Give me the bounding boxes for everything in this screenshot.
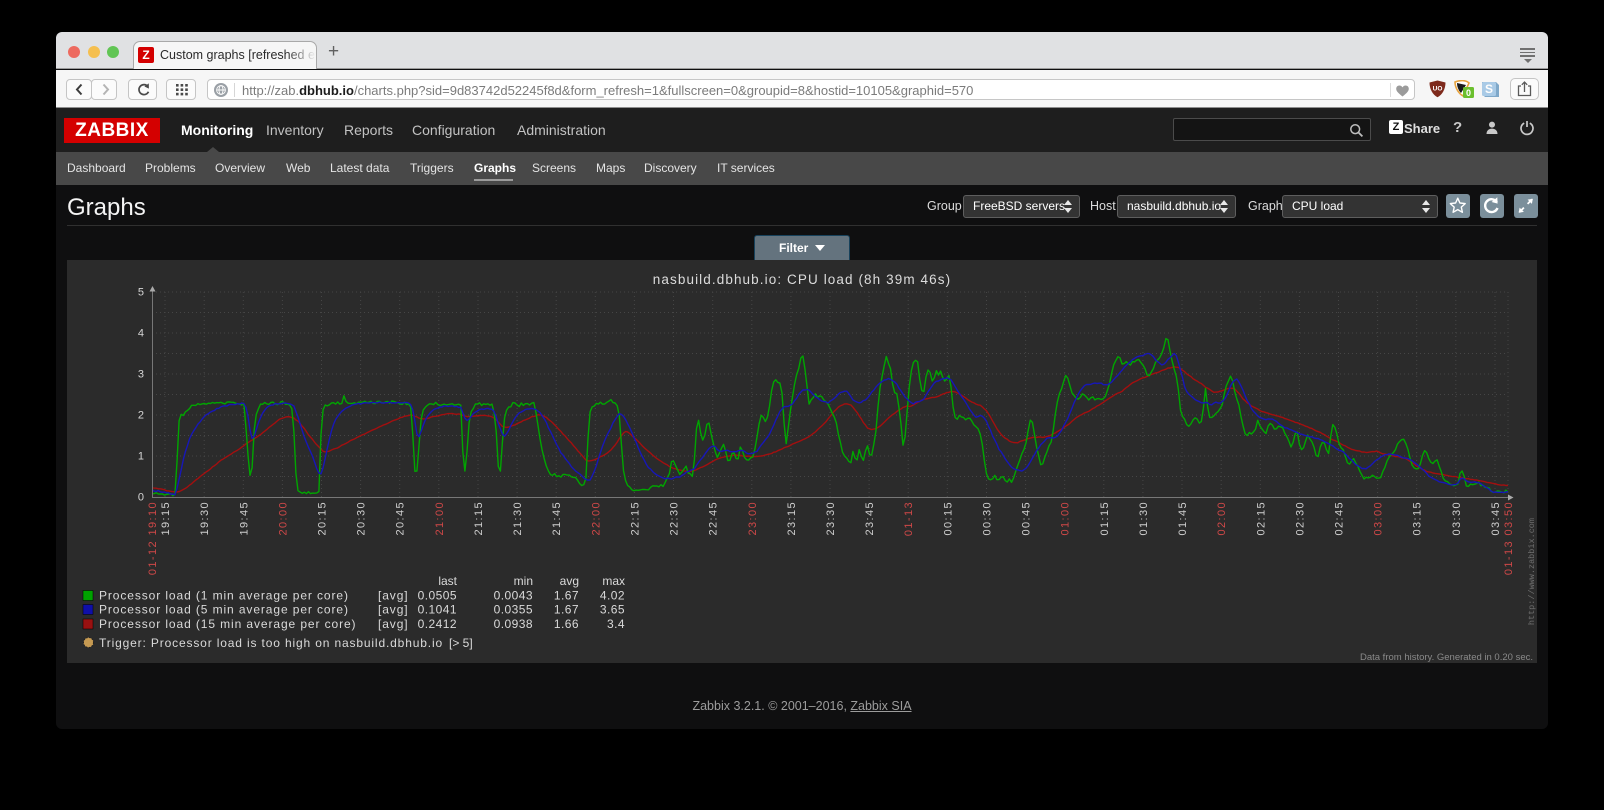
svg-text:3.4: 3.4 — [607, 617, 625, 631]
svg-text:3.65: 3.65 — [600, 603, 625, 617]
svg-text:02:15: 02:15 — [1255, 501, 1267, 536]
svg-text:23:15: 23:15 — [786, 501, 798, 536]
svg-text:21:00: 21:00 — [434, 501, 446, 536]
svg-text:Data from history. Generated i: Data from history. Generated in 0.20 sec… — [1360, 652, 1533, 663]
svg-text:20:45: 20:45 — [395, 501, 407, 536]
svg-text:Trigger: Processor load is too: Trigger: Processor load is too high on n… — [99, 636, 443, 650]
svg-text:Processor load (5 min average: Processor load (5 min average per core) — [99, 603, 349, 617]
svg-text:21:15: 21:15 — [473, 501, 485, 536]
svg-text:00:15: 00:15 — [942, 501, 954, 536]
svg-text:0.0043: 0.0043 — [494, 589, 533, 603]
svg-text:22:30: 22:30 — [669, 501, 681, 536]
svg-text:S: S — [1485, 82, 1493, 96]
svg-text:5: 5 — [138, 287, 144, 299]
svg-text:03:30: 03:30 — [1451, 501, 1463, 536]
svg-text:02:00: 02:00 — [1216, 501, 1228, 536]
svg-text:22:15: 22:15 — [629, 501, 641, 536]
svg-text:23:45: 23:45 — [864, 501, 876, 536]
svg-text:0: 0 — [138, 492, 144, 504]
svg-text:1.67: 1.67 — [554, 603, 579, 617]
svg-text:nasbuild.dbhub.io: CPU load (8: nasbuild.dbhub.io: CPU load (8h 39m 46s) — [653, 272, 951, 287]
svg-text:0.0505: 0.0505 — [418, 589, 457, 603]
svg-text:0.2412: 0.2412 — [418, 617, 457, 631]
svg-text:20:30: 20:30 — [356, 501, 368, 536]
svg-text:01:45: 01:45 — [1177, 501, 1189, 536]
svg-text:22:00: 22:00 — [590, 501, 602, 536]
svg-text:23:00: 23:00 — [747, 501, 759, 536]
svg-text:min: min — [514, 574, 533, 588]
svg-text:last: last — [438, 574, 457, 588]
svg-text:23:30: 23:30 — [825, 501, 837, 536]
svg-text:[avg]: [avg] — [378, 617, 409, 631]
svg-text:01-13 03:50: 01-13 03:50 — [1503, 501, 1515, 575]
svg-text:avg: avg — [560, 574, 579, 588]
svg-text:1.67: 1.67 — [554, 589, 579, 603]
svg-text:22:45: 22:45 — [708, 501, 720, 536]
svg-text:20:15: 20:15 — [317, 501, 329, 536]
svg-text:3: 3 — [138, 369, 144, 381]
svg-text:19:30: 19:30 — [199, 501, 211, 536]
svg-text:21:45: 21:45 — [551, 501, 563, 536]
svg-text:02:30: 02:30 — [1294, 501, 1306, 536]
svg-text:2: 2 — [138, 410, 144, 422]
svg-text:20:00: 20:00 — [277, 501, 289, 536]
svg-text:http://www.zabbix.com: http://www.zabbix.com — [1527, 518, 1537, 625]
svg-text:19:45: 19:45 — [238, 501, 250, 536]
svg-text:1.66: 1.66 — [554, 617, 579, 631]
svg-text:[avg]: [avg] — [378, 603, 409, 617]
svg-text:0.0938: 0.0938 — [494, 617, 533, 631]
svg-text:Processor load (1 min average: Processor load (1 min average per core) — [99, 589, 349, 603]
svg-text:[avg]: [avg] — [378, 589, 409, 603]
svg-text:01:30: 01:30 — [1138, 501, 1150, 536]
svg-text:00:30: 00:30 — [982, 501, 994, 536]
svg-text:0: 0 — [1466, 88, 1471, 98]
svg-text:01:00: 01:00 — [1060, 501, 1072, 536]
svg-text:[> 5]: [> 5] — [449, 636, 473, 650]
svg-text:4.02: 4.02 — [600, 589, 625, 603]
svg-text:4: 4 — [138, 328, 144, 340]
svg-text:00:45: 00:45 — [1021, 501, 1033, 536]
svg-text:03:15: 03:15 — [1412, 501, 1424, 536]
svg-text:03:45: 03:45 — [1490, 501, 1502, 536]
svg-text:01-13: 01-13 — [903, 501, 915, 536]
svg-text:01:15: 01:15 — [1099, 501, 1111, 536]
svg-text:0.1041: 0.1041 — [418, 603, 457, 617]
svg-text:0.0355: 0.0355 — [494, 603, 533, 617]
svg-text:02:45: 02:45 — [1334, 501, 1346, 536]
svg-text:Processor load (15 min average: Processor load (15 min average per core) — [99, 617, 356, 631]
svg-text:21:30: 21:30 — [512, 501, 524, 536]
svg-text:03:00: 03:00 — [1373, 501, 1385, 536]
svg-text:1: 1 — [138, 451, 144, 463]
svg-text:19:15: 19:15 — [160, 501, 172, 536]
svg-text:max: max — [602, 574, 625, 588]
svg-text:UO: UO — [1433, 86, 1443, 93]
svg-text:01-12 19:10: 01-12 19:10 — [147, 501, 159, 575]
